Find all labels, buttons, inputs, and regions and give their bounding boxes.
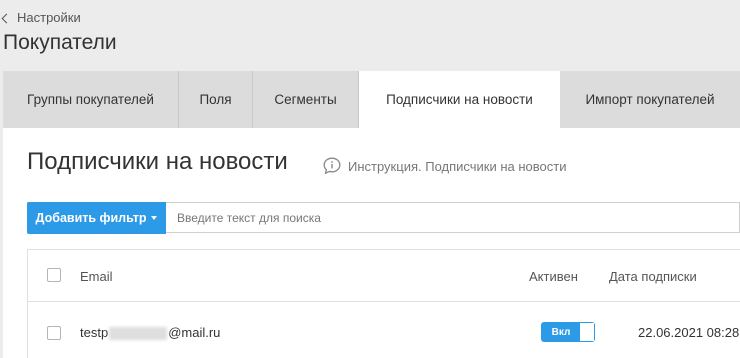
help-link[interactable]: Инструкция. Подписчики на новости: [322, 156, 566, 176]
row-subscription-date: 22.06.2021 08:28: [638, 325, 740, 340]
content-panel: Подписчики на новости Инструкция. Подпис…: [3, 128, 740, 358]
info-icon: [323, 157, 341, 175]
tab-newsletter-subscribers[interactable]: Подписчики на новости: [359, 71, 560, 128]
tab-fields[interactable]: Поля: [179, 71, 253, 128]
subscribers-table: Email Активен Дата подписки testp @mail.r…: [27, 249, 740, 358]
table-row[interactable]: testp @mail.ru Вкл 22.06.2021 08:28: [28, 302, 740, 358]
column-header-date[interactable]: Дата подписки: [609, 269, 697, 284]
filter-toolbar: Добавить фильтр: [27, 202, 740, 234]
tab-segments[interactable]: Сегменты: [253, 71, 359, 128]
chevron-left-icon: [1, 13, 12, 23]
column-header-email[interactable]: Email: [80, 269, 113, 284]
back-link-settings[interactable]: Настройки: [1, 10, 81, 25]
toggle-on-label: Вкл: [542, 323, 580, 341]
redacted-email-part: [109, 327, 168, 341]
tab-customer-groups[interactable]: Группы покупателей: [3, 71, 179, 128]
add-filter-button[interactable]: Добавить фильтр: [27, 202, 166, 234]
column-header-active[interactable]: Активен: [529, 269, 578, 284]
tab-bar: Группы покупателей Поля Сегменты Подписч…: [3, 71, 740, 128]
email-prefix: testp: [80, 325, 109, 340]
table-header: Email Активен Дата подписки: [28, 250, 740, 302]
row-checkbox[interactable]: [47, 326, 61, 340]
back-link-label: Настройки: [17, 10, 81, 25]
caret-down-icon: [151, 216, 158, 220]
add-filter-label: Добавить фильтр: [35, 211, 147, 225]
select-all-checkbox[interactable]: [47, 268, 61, 282]
page-title: Покупатели: [3, 31, 117, 54]
toggle-knob: [580, 323, 594, 341]
active-toggle[interactable]: Вкл: [541, 322, 595, 342]
section-title: Подписчики на новости: [27, 148, 288, 175]
row-email[interactable]: testp @mail.ru: [80, 325, 221, 341]
email-suffix: @mail.ru: [168, 325, 221, 340]
help-link-label: Инструкция. Подписчики на новости: [348, 158, 567, 174]
tab-import-customers[interactable]: Импорт покупателей: [560, 71, 740, 128]
search-input[interactable]: [166, 203, 739, 232]
